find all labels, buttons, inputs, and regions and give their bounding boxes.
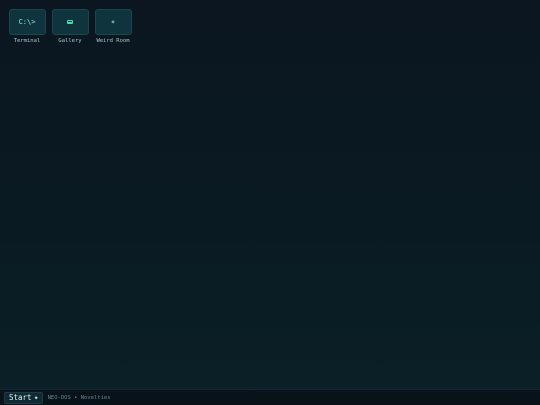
terminal-prompt-glyph: C:\> [18, 17, 36, 26]
start-button[interactable]: Start ◆ [4, 391, 43, 404]
sparkle-icon: ✶ [110, 18, 116, 26]
desktop: C:\> Terminal Gallery ✶ Weird Room [0, 0, 540, 389]
gallery-icon[interactable] [51, 9, 89, 35]
taskbar: Start ◆ NEO-DOS • Novelties [0, 389, 540, 405]
diamond-icon: ◆ [34, 394, 38, 401]
start-label: Start [9, 393, 32, 402]
desktop-icon-weird-room[interactable]: ✶ Weird Room [94, 9, 132, 44]
desktop-icon-label: Weird Room [96, 38, 130, 44]
image-icon [67, 20, 73, 24]
desktop-icon-label: Terminal [13, 38, 41, 44]
terminal-icon[interactable]: C:\> [8, 9, 46, 35]
desktop-icon-label: Gallery [58, 38, 82, 44]
taskbar-os-title: NEO-DOS • Novelties [47, 394, 111, 401]
desktop-icon-terminal[interactable]: C:\> Terminal [8, 9, 46, 44]
weird-room-icon[interactable]: ✶ [94, 9, 132, 35]
desktop-icon-gallery[interactable]: Gallery [51, 9, 89, 44]
desktop-icon-grid: C:\> Terminal Gallery ✶ Weird Room [8, 9, 132, 44]
